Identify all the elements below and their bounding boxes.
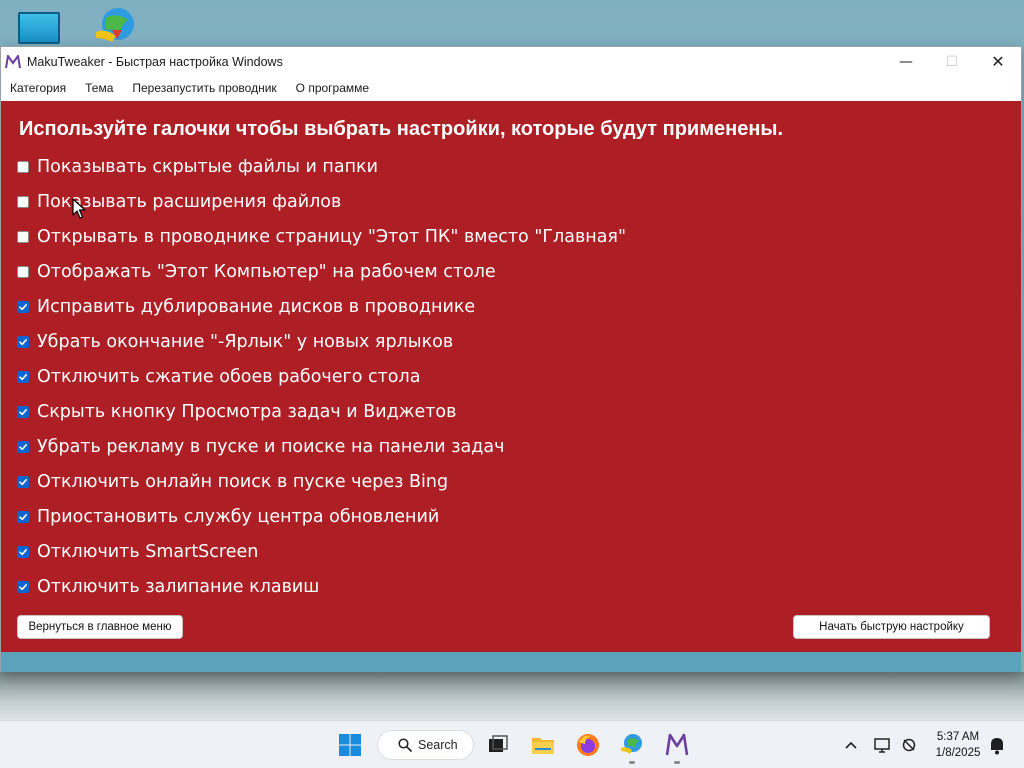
menu-bar: Категория Тема Перезапустить проводник О… [1, 76, 1021, 100]
option-label: Убрать рекламу в пуске и поиске на панел… [37, 436, 505, 457]
idm-icon[interactable] [92, 6, 140, 48]
file-explorer-icon[interactable] [531, 733, 555, 757]
option-label: Исправить дублирование дисков в проводни… [37, 296, 476, 317]
minimize-button[interactable]: — [883, 47, 929, 76]
back-to-main-menu-button[interactable]: Вернуться в главное меню [17, 615, 183, 639]
checkmark-icon [19, 513, 27, 520]
option-checkbox[interactable] [17, 475, 29, 488]
options-list: Показывать скрытые файлы и папки Показыва… [17, 149, 626, 604]
desktop-background [0, 672, 1024, 722]
taskbar-search-box[interactable]: Search [377, 730, 474, 760]
window-bottom-strip [1, 652, 1021, 672]
idm-icon[interactable] [620, 733, 644, 757]
checkmark-icon [19, 303, 27, 310]
option-label: Отключить SmartScreen [37, 541, 259, 562]
system-clock[interactable]: 5:37 AM 1/8/2025 [926, 729, 990, 761]
monitor-icon[interactable] [18, 12, 60, 44]
clock-date: 1/8/2025 [935, 747, 981, 759]
option-label: Отключить онлайн поиск в пуске через Bin… [37, 471, 449, 492]
option-label: Отображать "Этот Компьютер" на рабочем с… [37, 261, 496, 282]
option-label: Убрать окончание "-Ярлык" у новых ярлыко… [37, 331, 454, 352]
option-checkbox[interactable] [17, 370, 29, 383]
option-row[interactable]: Показывать скрытые файлы и папки [17, 149, 626, 184]
close-button[interactable]: ✕ [975, 47, 1021, 76]
checkmark-icon [19, 373, 27, 380]
option-checkbox[interactable] [17, 160, 29, 173]
option-checkbox[interactable] [17, 195, 29, 208]
option-checkbox[interactable] [17, 335, 29, 348]
option-row[interactable]: Скрыть кнопку Просмотра задач и Виджетов [17, 394, 626, 429]
firefox-icon[interactable] [576, 733, 600, 757]
settings-panel: Используйте галочки чтобы выбрать настро… [1, 101, 1021, 652]
option-row[interactable]: Приостановить службу центра обновлений [17, 499, 626, 534]
chevron-up-icon[interactable] [842, 733, 860, 757]
option-row[interactable]: Отключить сжатие обоев рабочего стола [17, 359, 626, 394]
search-label: Search [418, 738, 458, 752]
menu-about[interactable]: О программе [289, 78, 376, 98]
menu-theme[interactable]: Тема [78, 78, 120, 98]
option-checkbox[interactable] [17, 300, 29, 313]
option-checkbox[interactable] [17, 440, 29, 453]
option-label: Отключить сжатие обоев рабочего стола [37, 366, 421, 387]
option-row[interactable]: Убрать рекламу в пуске и поиске на панел… [17, 429, 626, 464]
accessibility-icon[interactable] [899, 733, 919, 757]
start-quick-setup-button[interactable]: Начать быструю настройку [793, 615, 990, 639]
option-label: Скрыть кнопку Просмотра задач и Виджетов [37, 401, 457, 422]
option-row[interactable]: Отключить SmartScreen [17, 534, 626, 569]
option-row[interactable]: Отключить залипание клавиш [17, 569, 626, 604]
option-label: Отключить залипание клавиш [37, 576, 320, 597]
option-checkbox[interactable] [17, 510, 29, 523]
notification-bell-icon[interactable] [987, 733, 1007, 757]
clock-time: 5:37 AM [936, 731, 980, 743]
option-row[interactable]: Открывать в проводнике страницу "Этот ПК… [17, 219, 626, 254]
option-row[interactable]: Исправить дублирование дисков в проводни… [17, 289, 626, 324]
option-checkbox[interactable] [17, 545, 29, 558]
maximize-button[interactable]: ☐ [929, 47, 975, 76]
checkmark-icon [19, 583, 27, 590]
option-row[interactable]: Отображать "Этот Компьютер" на рабочем с… [17, 254, 626, 289]
option-row[interactable]: Убрать окончание "-Ярлык" у новых ярлыко… [17, 324, 626, 359]
menu-restart-explorer[interactable]: Перезапустить проводник [125, 78, 283, 98]
mouse-cursor-icon [72, 198, 86, 219]
option-checkbox[interactable] [17, 230, 29, 243]
makutweaker-icon[interactable] [665, 733, 689, 757]
running-indicator [629, 761, 635, 764]
windows-start-icon[interactable] [338, 733, 362, 757]
checkmark-icon [19, 443, 27, 450]
checkmark-icon [19, 338, 27, 345]
checkmark-icon [19, 478, 27, 485]
search-icon [398, 738, 412, 752]
option-label: Открывать в проводнике страницу "Этот ПК… [37, 226, 627, 247]
makutweaker-icon [5, 54, 21, 68]
option-label: Показывать скрытые файлы и папки [37, 156, 378, 177]
task-view-icon[interactable] [486, 733, 510, 757]
option-checkbox[interactable] [17, 405, 29, 418]
title-bar[interactable]: MakuTweaker - Быстрая настройка Windows … [1, 47, 1021, 76]
app-window: MakuTweaker - Быстрая настройка Windows … [0, 46, 1022, 672]
window-title: MakuTweaker - Быстрая настройка Windows [27, 54, 283, 69]
taskbar: Search 5:37 AM 1/8/2025 [0, 720, 1024, 768]
checkmark-icon [19, 408, 27, 415]
option-checkbox[interactable] [17, 265, 29, 278]
option-row[interactable]: Отключить онлайн поиск в пуске через Bin… [17, 464, 626, 499]
page-title: Используйте галочки чтобы выбрать настро… [19, 118, 784, 140]
menu-category[interactable]: Категория [3, 78, 73, 98]
checkmark-icon [19, 548, 27, 555]
network-icon[interactable] [872, 733, 892, 757]
option-checkbox[interactable] [17, 580, 29, 593]
running-indicator [674, 761, 680, 764]
option-row[interactable]: Показывать расширения файлов [17, 184, 626, 219]
option-label: Приостановить службу центра обновлений [37, 506, 440, 527]
